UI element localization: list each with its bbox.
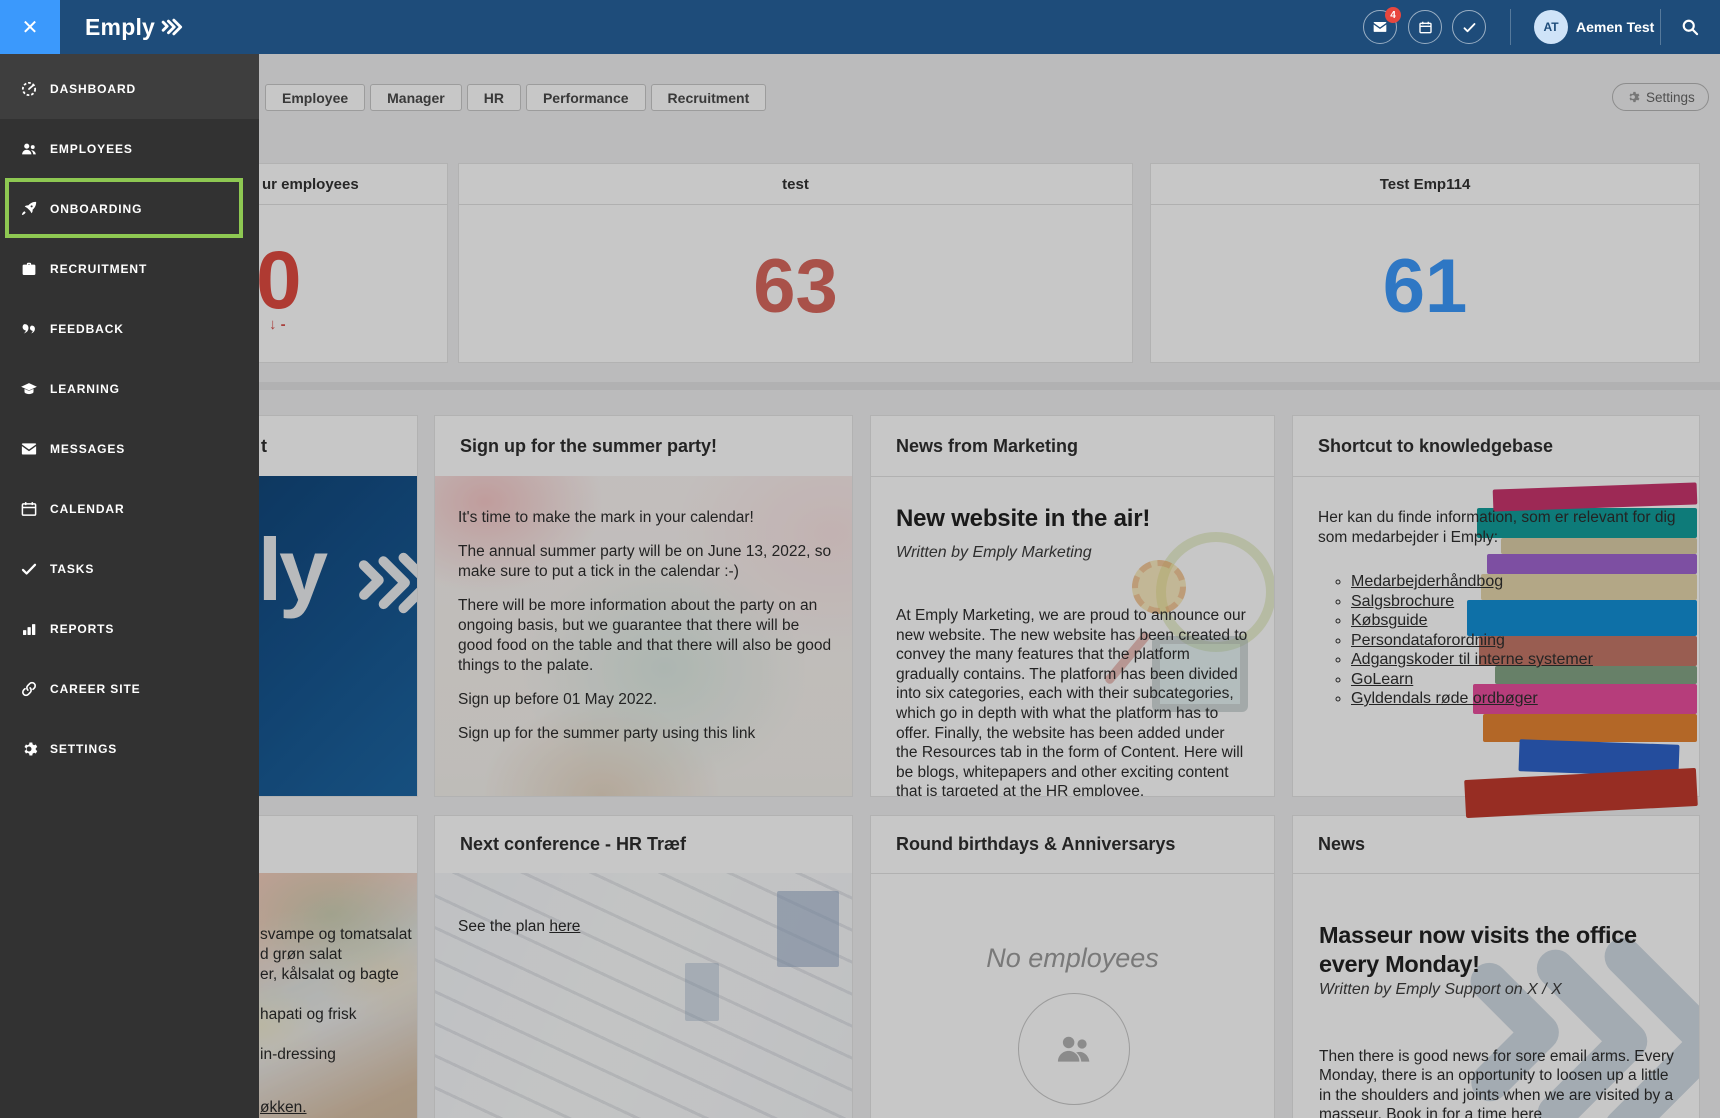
sidebar-item-label: MESSAGES (50, 442, 125, 456)
feedback-quotes-icon (20, 320, 38, 338)
tasks-button[interactable] (1452, 10, 1486, 44)
envelope-icon (1372, 19, 1388, 35)
sidebar-item-label: SETTINGS (50, 742, 117, 756)
envelope-icon (20, 440, 38, 458)
checkmark-icon (1462, 20, 1477, 35)
sidebar-item-feedback[interactable]: FEEDBACK (0, 299, 259, 359)
sidebar-item-label: RECRUITMENT (50, 262, 147, 276)
top-bar: ✕ Emply 4 AT Aemen Test (0, 0, 1720, 54)
topbar-divider (1510, 9, 1511, 45)
sidebar-item-tasks[interactable]: TASKS (0, 539, 259, 599)
calendar-icon (1418, 20, 1433, 35)
calendar-icon (20, 500, 38, 518)
sidebar-menu: DASHBOARD EMPLOYEES ONBOARDING RECRUITME… (0, 54, 259, 1118)
checkmark-icon (20, 560, 38, 578)
search-icon (1680, 17, 1700, 37)
sidebar-item-label: DASHBOARD (50, 82, 136, 96)
calendar-button[interactable] (1408, 10, 1442, 44)
sidebar-item-label: LEARNING (50, 382, 120, 396)
rocket-icon (20, 200, 38, 218)
avatar-initials: AT (1543, 20, 1558, 34)
topbar-divider (1660, 9, 1661, 45)
sidebar-item-label: REPORTS (50, 622, 114, 636)
briefcase-icon (20, 260, 38, 278)
employees-icon (20, 140, 38, 158)
user-menu[interactable]: Aemen Test (1576, 0, 1654, 54)
sidebar-item-label: ONBOARDING (50, 202, 142, 216)
sidebar-item-label: FEEDBACK (50, 322, 124, 336)
link-icon (20, 680, 38, 698)
sidebar-item-dashboard[interactable]: DASHBOARD (0, 54, 259, 119)
brand-logo[interactable]: Emply (85, 0, 181, 54)
messages-button[interactable]: 4 (1363, 10, 1397, 44)
sidebar-item-label: TASKS (50, 562, 94, 576)
sidebar-item-settings[interactable]: SETTINGS (0, 719, 259, 779)
sidebar-item-employees[interactable]: EMPLOYEES (0, 119, 259, 179)
gear-icon (20, 740, 38, 758)
brand-logo-text: Emply (85, 14, 155, 41)
user-name-label: Aemen Test (1576, 19, 1654, 35)
sidebar-item-label: CALENDAR (50, 502, 125, 516)
sidebar-item-calendar[interactable]: CALENDAR (0, 479, 259, 539)
sidebar-item-label: CAREER SITE (50, 682, 141, 696)
menu-close-button[interactable]: ✕ (0, 0, 60, 54)
emply-mark-icon (161, 17, 181, 37)
notification-badge: 4 (1385, 7, 1401, 23)
bar-chart-icon (20, 620, 38, 638)
sidebar-item-career-site[interactable]: CAREER SITE (0, 659, 259, 719)
search-button[interactable] (1680, 17, 1700, 37)
sidebar-item-messages[interactable]: MESSAGES (0, 419, 259, 479)
dashboard-icon (20, 80, 38, 98)
avatar[interactable]: AT (1534, 10, 1568, 44)
sidebar-item-learning[interactable]: LEARNING (0, 359, 259, 419)
close-icon: ✕ (22, 15, 39, 40)
sidebar-item-label: EMPLOYEES (50, 142, 133, 156)
sidebar-item-recruitment[interactable]: RECRUITMENT (0, 239, 259, 299)
graduation-cap-icon (20, 380, 38, 398)
sidebar-item-reports[interactable]: REPORTS (0, 599, 259, 659)
app-window: Employee Manager HR Performance Recruitm… (0, 0, 1720, 1118)
sidebar-item-onboarding[interactable]: ONBOARDING (0, 179, 259, 239)
